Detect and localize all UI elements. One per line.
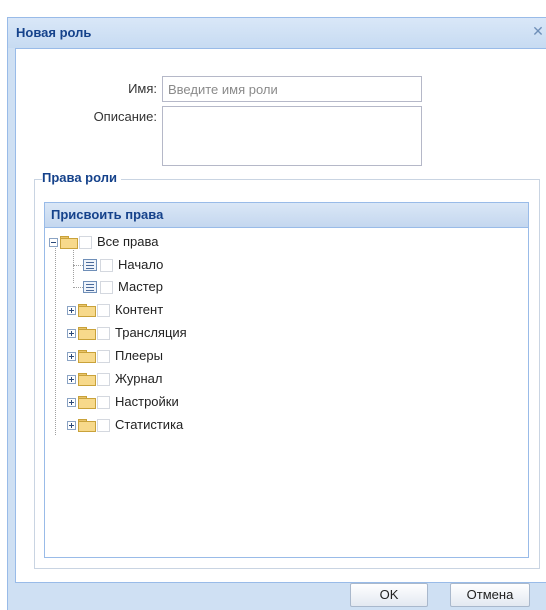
- folder-icon: [78, 396, 96, 409]
- tree-node-label: Все права: [97, 234, 159, 249]
- dialog-titlebar[interactable]: Новая роль ✕: [8, 18, 546, 48]
- tree-connector: [73, 287, 83, 288]
- tree-node-label: Начало: [118, 257, 164, 272]
- cancel-button[interactable]: Отмена: [450, 583, 530, 607]
- expand-toggle-icon[interactable]: [67, 397, 76, 407]
- role-name-input[interactable]: [162, 76, 422, 102]
- description-label: Описание:: [93, 109, 157, 124]
- tree-node-folder[interactable]: Плееры: [67, 345, 163, 367]
- rights-tree-panel: Присвоить права Все права Начало Мастер …: [44, 202, 529, 558]
- tree-checkbox[interactable]: [97, 372, 110, 386]
- tree-node-root[interactable]: Все права: [49, 231, 159, 253]
- name-label: Имя:: [128, 81, 157, 96]
- tree-node-label: Настройки: [115, 394, 179, 409]
- tree-checkbox[interactable]: [97, 418, 110, 432]
- page-icon: [83, 259, 97, 271]
- tree-node-folder[interactable]: Настройки: [67, 391, 179, 413]
- tree-connector: [73, 265, 83, 266]
- page-icon: [83, 281, 97, 293]
- tree-checkbox[interactable]: [97, 303, 110, 317]
- tree-checkbox[interactable]: [100, 258, 113, 272]
- tree-node-folder[interactable]: Журнал: [67, 368, 162, 390]
- folder-icon: [78, 373, 96, 386]
- new-role-dialog: Новая роль ✕ Имя: Описание: Права роли П…: [7, 17, 546, 610]
- folder-icon: [78, 304, 96, 317]
- role-description-input[interactable]: [162, 106, 422, 166]
- tree-node-label: Журнал: [115, 371, 163, 386]
- dialog-title: Новая роль: [16, 25, 92, 40]
- expand-toggle-icon[interactable]: [67, 374, 76, 384]
- tree-checkbox[interactable]: [97, 395, 110, 409]
- role-rights-legend: Права роли: [42, 170, 121, 185]
- tree-connector: [55, 245, 56, 435]
- folder-icon: [78, 350, 96, 363]
- folder-open-icon: [60, 236, 78, 249]
- tree-node-label: Плееры: [115, 348, 163, 363]
- folder-icon: [78, 419, 96, 432]
- tree-node-leaf[interactable]: Мастер: [83, 276, 163, 298]
- expand-toggle-icon[interactable]: [67, 351, 76, 361]
- rights-tree-header: Присвоить права: [45, 203, 528, 228]
- tree-node-folder[interactable]: Трансляция: [67, 322, 187, 344]
- tree-node-leaf[interactable]: Начало: [83, 254, 163, 276]
- collapse-toggle-icon[interactable]: [49, 237, 58, 247]
- folder-icon: [78, 327, 96, 340]
- tree-checkbox[interactable]: [97, 326, 110, 340]
- tree-node-folder[interactable]: Контент: [67, 299, 163, 321]
- expand-toggle-icon[interactable]: [67, 328, 76, 338]
- close-icon[interactable]: ✕: [530, 23, 546, 39]
- tree-checkbox[interactable]: [100, 280, 113, 294]
- tree-node-label: Трансляция: [115, 325, 187, 340]
- expand-toggle-icon[interactable]: [67, 305, 76, 315]
- dialog-body: Имя: Описание: Права роли Присвоить прав…: [15, 48, 546, 583]
- tree-checkbox[interactable]: [79, 235, 92, 249]
- expand-toggle-icon[interactable]: [67, 420, 76, 430]
- ok-button[interactable]: OK: [350, 583, 428, 607]
- tree-node-label: Мастер: [118, 279, 163, 294]
- tree-checkbox[interactable]: [97, 349, 110, 363]
- tree-node-label: Статистика: [115, 417, 184, 432]
- tree-node-label: Контент: [115, 302, 164, 317]
- tree-node-folder[interactable]: Статистика: [67, 414, 183, 436]
